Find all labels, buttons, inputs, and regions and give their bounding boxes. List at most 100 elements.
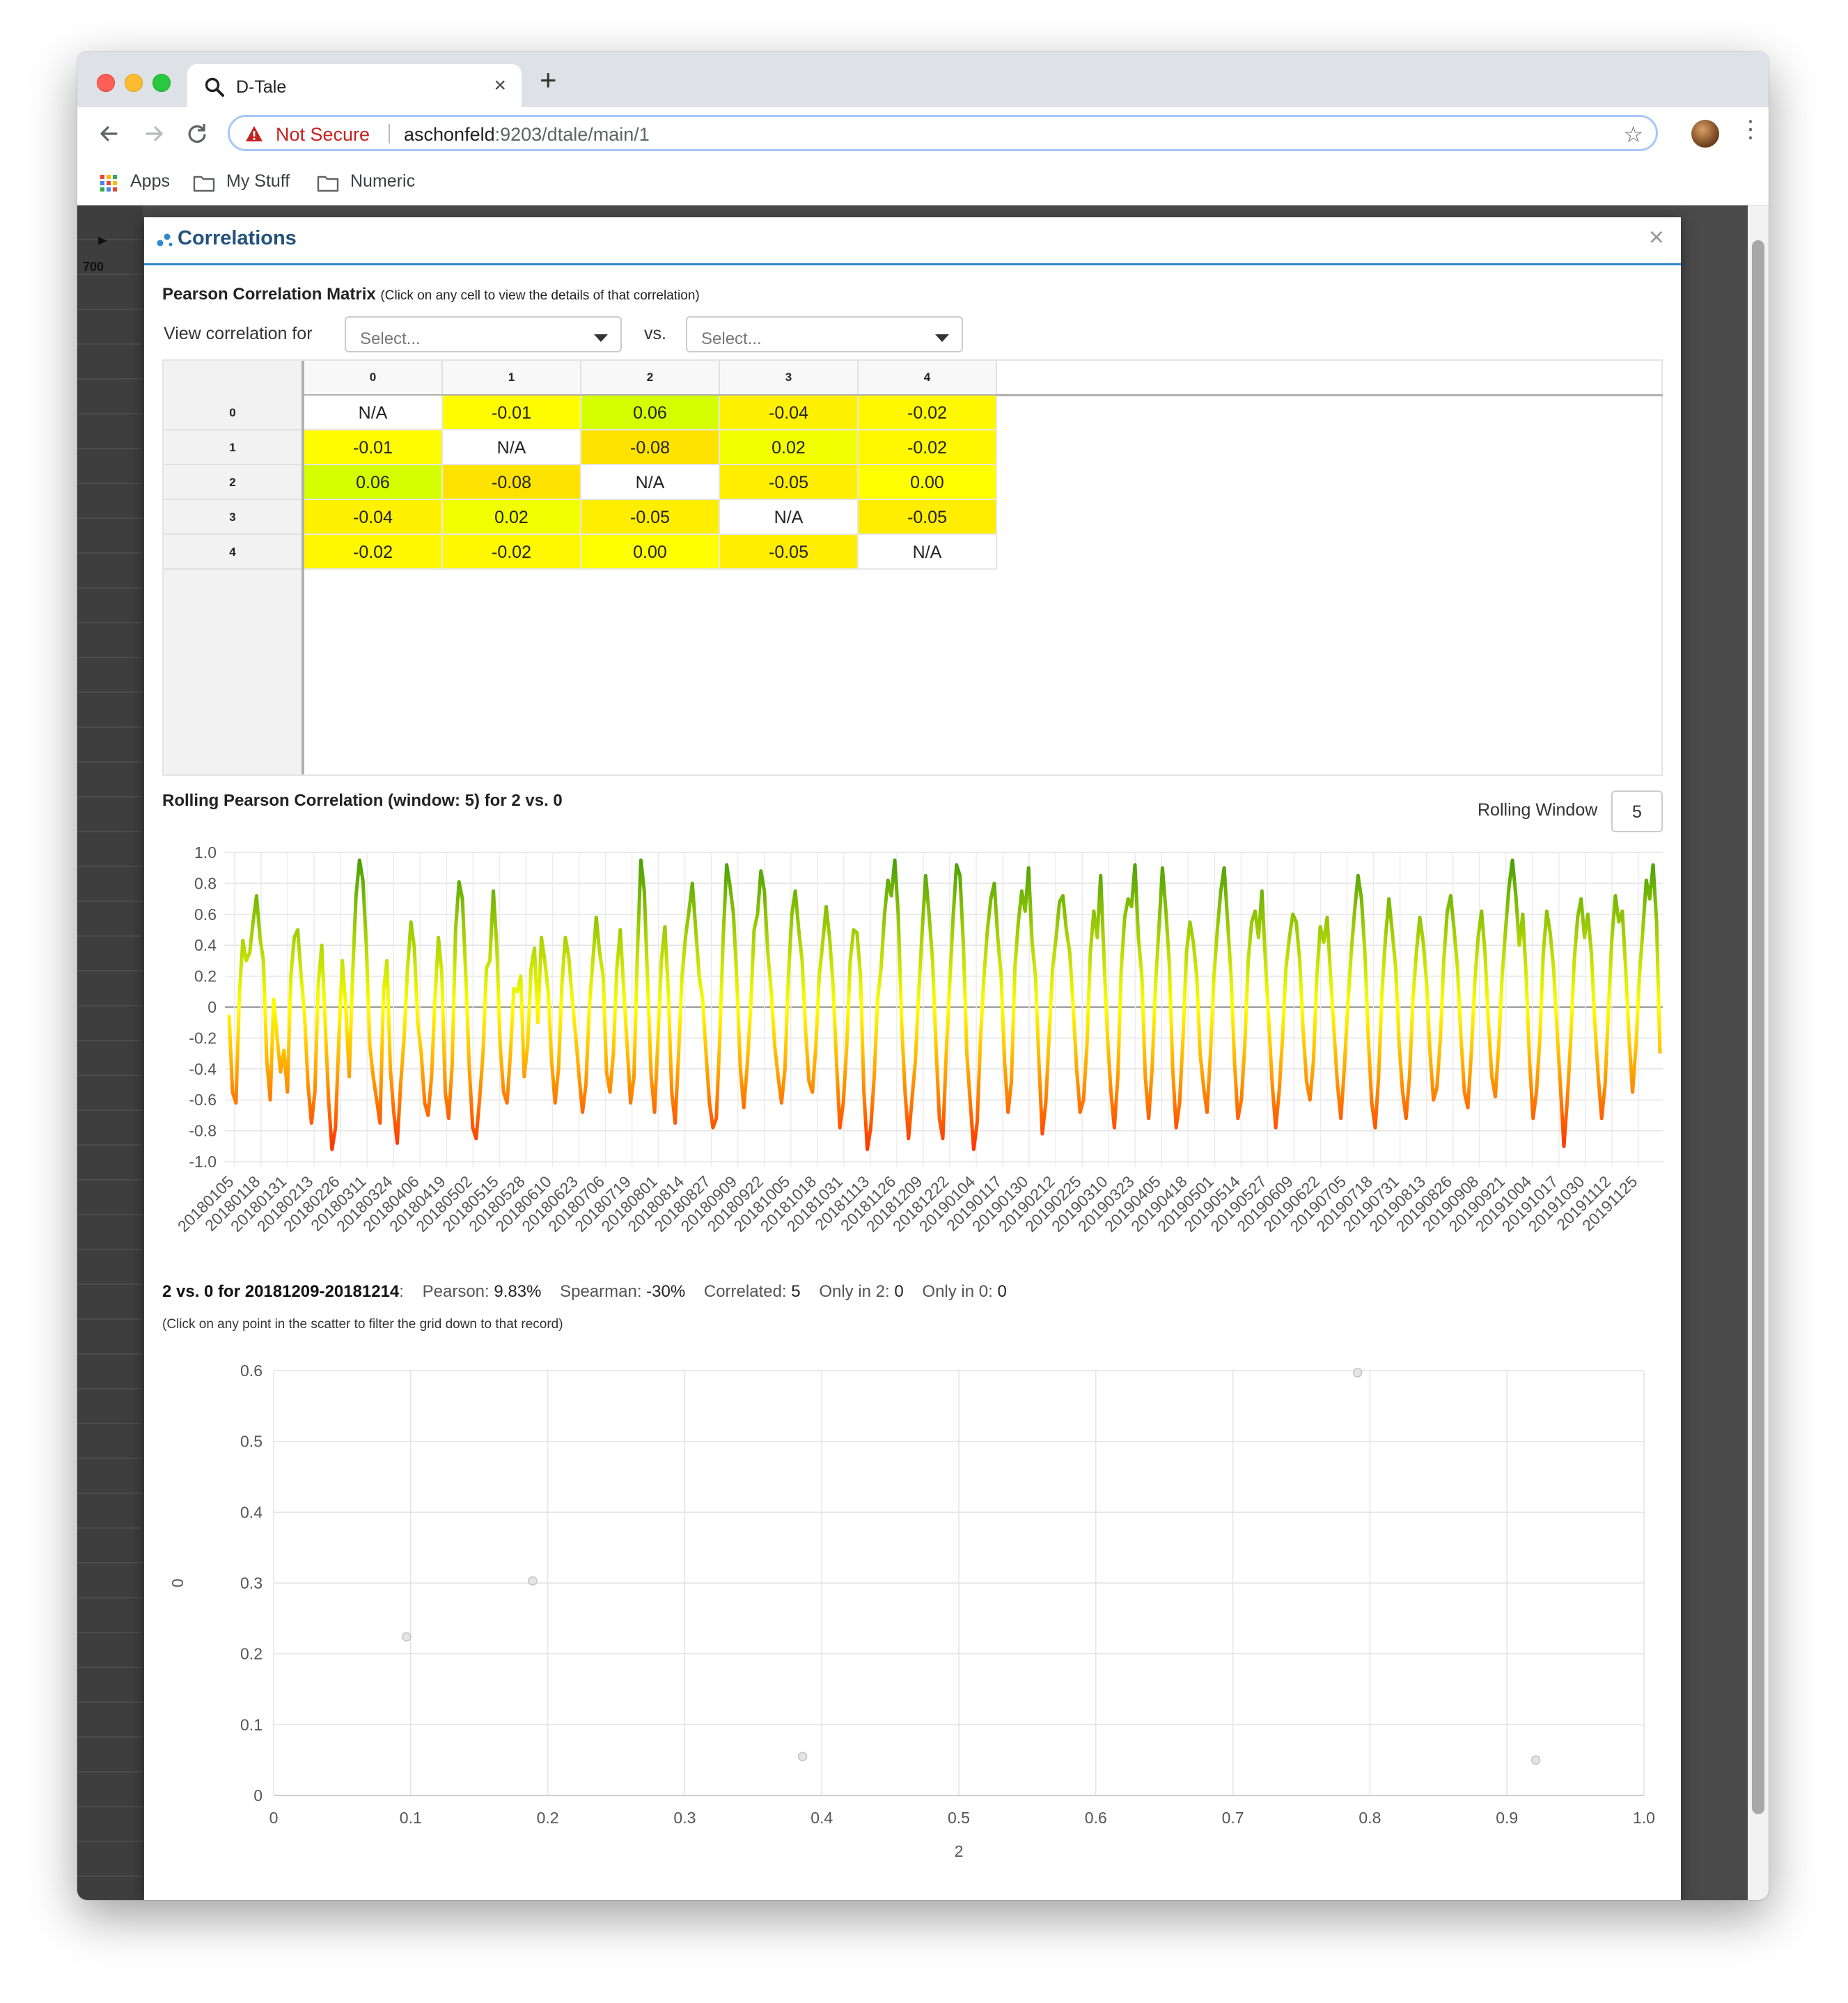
url-path: :9203/dtale/main/1: [494, 124, 650, 145]
rolling-correlation-line[interactable]: [227, 858, 1662, 1151]
scatter-point[interactable]: [528, 1576, 538, 1586]
modal-close-icon[interactable]: ×: [1649, 224, 1664, 251]
x-tick-label: 0: [269, 1809, 279, 1827]
matrix-cell[interactable]: -0.05: [581, 500, 720, 535]
matrix-row-header: 1: [164, 430, 302, 465]
matrix-cell[interactable]: -0.08: [443, 465, 581, 500]
select-placeholder: Select...: [360, 329, 421, 348]
url-text[interactable]: aschonfeld:9203/dtale/main/1: [404, 124, 650, 146]
browser-tab[interactable]: D-Tale ×: [187, 64, 522, 107]
only-in-0-value: 0: [997, 1282, 1007, 1301]
matrix-row-header: 2: [164, 465, 302, 500]
matrix-cell[interactable]: -0.02: [859, 396, 997, 430]
tab-title: D-Tale: [236, 77, 287, 97]
profile-avatar[interactable]: [1691, 120, 1719, 148]
matrix-column-header: 4: [859, 361, 997, 394]
scatter-chart[interactable]: 0 0.1 0.2 0.3 0.4 0.5 0.6 0 0.1 0.2 0.3 0.4 0.5 0.6 0.…: [162, 1339, 1666, 1889]
search-icon: [205, 77, 224, 97]
reload-icon[interactable]: [183, 120, 211, 148]
only-in-0-label: Only in 0:: [922, 1282, 993, 1301]
warning-icon: [246, 126, 263, 141]
y-tick-label: -0.6: [189, 1091, 217, 1109]
y-tick-label: 0.6: [194, 905, 217, 923]
page-scrollbar[interactable]: [1748, 205, 1769, 1900]
scrollbar-thumb[interactable]: [1752, 240, 1764, 1814]
matrix-title: Pearson Correlation Matrix: [162, 285, 376, 304]
column1-select[interactable]: Select...: [345, 316, 622, 352]
tab-close-icon[interactable]: ×: [494, 74, 506, 98]
matrix-cell[interactable]: -0.08: [581, 430, 720, 465]
tab-strip: D-Tale × +: [77, 52, 1769, 107]
matrix-cell[interactable]: N/A: [443, 430, 581, 465]
correlated-value: 5: [791, 1282, 801, 1301]
grid-row-label: 700: [83, 260, 104, 274]
correlation-matrix: 0 1 2 3 4 0 N/A -0.01 0.06 -0.04 -0.02 1 -0.01 N/A -0.…: [162, 359, 1663, 776]
browser-menu-icon[interactable]: ⋮: [1739, 116, 1762, 143]
grid-menu-arrow-icon[interactable]: ▶: [98, 233, 107, 247]
matrix-row-header: 4: [164, 535, 302, 570]
matrix-cell[interactable]: -0.05: [720, 535, 859, 570]
matrix-hint: (Click on any cell to view the details o…: [380, 288, 700, 303]
scatter-point[interactable]: [797, 1752, 808, 1761]
scatter-summary: 2 vs. 0 for 20181209-20181214: Pearson: …: [162, 1282, 1007, 1301]
matrix-cell[interactable]: -0.05: [859, 500, 997, 535]
matrix-cell[interactable]: N/A: [304, 396, 443, 430]
matrix-cell[interactable]: N/A: [720, 500, 859, 535]
x-tick-label: 0.7: [1222, 1809, 1244, 1827]
matrix-column-header: 1: [443, 361, 581, 394]
rolling-correlation-chart[interactable]: 1.00.80.60.40.20-0.2-0.4-0.6-0.8-1.02018…: [162, 830, 1666, 1283]
spearman-value: -30%: [646, 1282, 686, 1301]
bookmark-numeric[interactable]: Numeric: [350, 171, 415, 192]
new-tab-button[interactable]: +: [540, 65, 557, 95]
apps-grid-icon: [100, 175, 117, 192]
view-correlation-label: View correlation for: [164, 324, 313, 343]
matrix-cell[interactable]: -0.01: [443, 396, 581, 430]
matrix-heading: Pearson Correlation Matrix (Click on any…: [162, 285, 700, 304]
close-window-button[interactable]: [97, 74, 115, 92]
y-tick-label: 0.2: [194, 967, 217, 985]
forward-arrow-icon[interactable]: [140, 120, 168, 148]
matrix-cell[interactable]: -0.02: [859, 430, 997, 465]
matrix-cell[interactable]: 0.06: [304, 465, 443, 500]
address-bar[interactable]: Not Secure aschonfeld:9203/dtale/main/1 …: [228, 115, 1658, 151]
matrix-cell[interactable]: 0.00: [859, 465, 997, 500]
pearson-value: 9.83%: [494, 1282, 542, 1301]
only-in-2-value: 0: [894, 1282, 904, 1301]
not-secure-label[interactable]: Not Secure: [276, 124, 370, 146]
scatter-heading: 2 vs. 0 for 20181209-20181214: [162, 1282, 400, 1301]
matrix-cell[interactable]: -0.04: [720, 396, 859, 430]
matrix-cell[interactable]: -0.05: [720, 465, 859, 500]
folder-icon: [193, 176, 215, 192]
maximize-window-button[interactable]: [152, 74, 171, 92]
scatter-point[interactable]: [1530, 1755, 1541, 1765]
browser-window: D-Tale × + Not Secure aschonfeld:9203/dt…: [77, 52, 1769, 1900]
matrix-cell[interactable]: 0.02: [720, 430, 859, 465]
spearman-label: Spearman:: [560, 1282, 642, 1301]
bookmark-my-stuff[interactable]: My Stuff: [226, 171, 290, 192]
url-host: aschonfeld: [404, 124, 495, 145]
rolling-window-label: Rolling Window: [1478, 800, 1598, 820]
x-tick-label: 0.6: [1085, 1809, 1107, 1827]
matrix-cell[interactable]: -0.02: [304, 535, 443, 570]
matrix-cell[interactable]: -0.01: [304, 430, 443, 465]
scatter-point[interactable]: [402, 1632, 412, 1642]
bookmark-apps[interactable]: Apps: [130, 171, 170, 192]
matrix-cell[interactable]: 0.06: [581, 396, 720, 430]
matrix-cell[interactable]: N/A: [859, 535, 997, 570]
bookmark-star-icon[interactable]: ☆: [1623, 121, 1643, 148]
y-tick-label: 1.0: [194, 843, 217, 862]
rolling-window-input[interactable]: 5: [1611, 790, 1663, 832]
minimize-window-button[interactable]: [125, 74, 143, 92]
x-tick-label: 0.2: [537, 1809, 559, 1827]
x-tick-label: 0.8: [1358, 1809, 1381, 1827]
back-arrow-icon[interactable]: [95, 120, 123, 148]
select-placeholder: Select...: [701, 329, 762, 348]
scatter-point[interactable]: [1352, 1368, 1363, 1378]
matrix-cell[interactable]: -0.04: [304, 500, 443, 535]
matrix-cell[interactable]: 0.00: [581, 535, 720, 570]
column2-select[interactable]: Select...: [686, 316, 963, 352]
y-tick-label: -0.2: [189, 1029, 217, 1047]
matrix-cell[interactable]: -0.02: [443, 535, 581, 570]
matrix-cell[interactable]: 0.02: [443, 500, 581, 535]
matrix-cell[interactable]: N/A: [581, 465, 720, 500]
